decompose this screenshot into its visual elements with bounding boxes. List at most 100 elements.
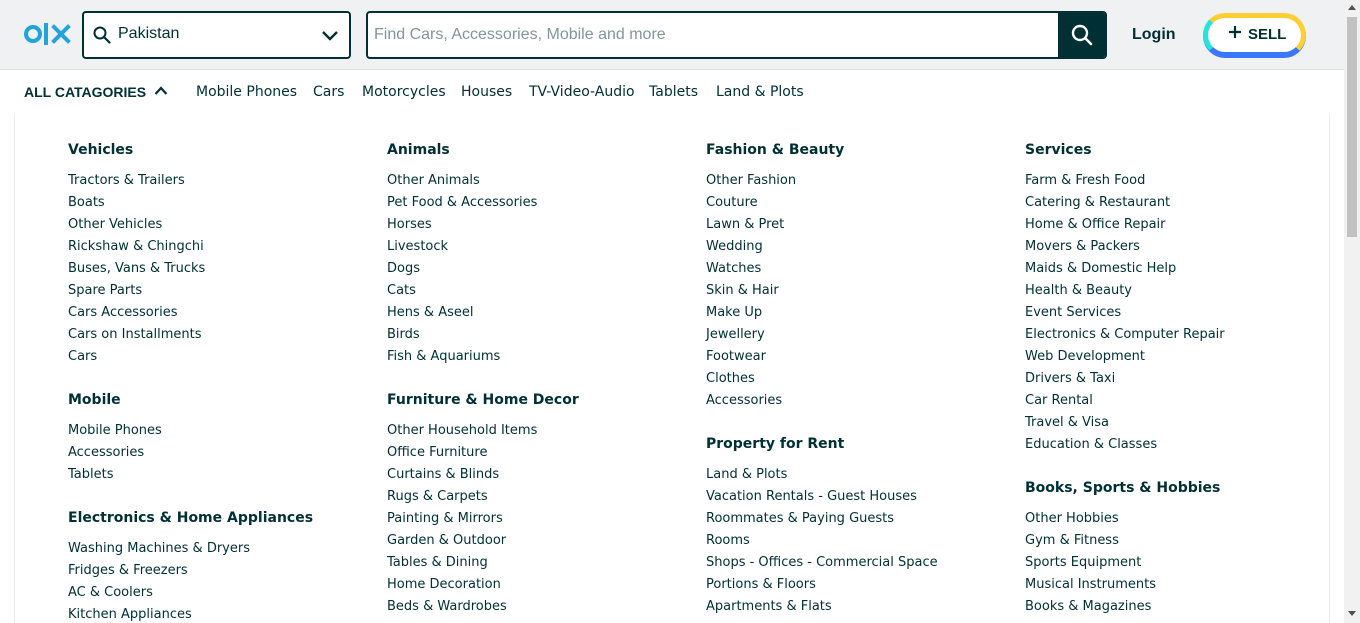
category-link[interactable]: Jewellery <box>706 324 938 346</box>
category-link[interactable]: Cars on Installments <box>68 324 313 346</box>
search-input[interactable] <box>368 13 1058 57</box>
category-link[interactable]: Couture <box>706 192 938 214</box>
category-link[interactable]: Apartments & Flats <box>706 596 938 618</box>
group-title[interactable]: Mobile <box>68 390 313 410</box>
category-link[interactable]: Rickshaw & Chingchi <box>68 236 313 258</box>
category-link[interactable]: Washing Machines & Dryers <box>68 538 313 560</box>
category-link[interactable]: Footwear <box>706 346 938 368</box>
category-link[interactable]: Kitchen Appliances <box>68 604 313 623</box>
category-link[interactable]: Rugs & Carpets <box>387 486 579 508</box>
group-title[interactable]: Books, Sports & Hobbies <box>1025 478 1225 498</box>
quick-link-motorcycles[interactable]: Motorcycles <box>362 84 446 100</box>
category-link[interactable]: Garden & Outdoor <box>387 530 579 552</box>
category-link[interactable]: AC & Coolers <box>68 582 313 604</box>
all-categories-toggle[interactable]: ALL CATAGORIES <box>24 84 146 100</box>
category-link[interactable]: Health & Beauty <box>1025 280 1225 302</box>
login-link[interactable]: Login <box>1132 26 1176 44</box>
category-link[interactable]: Rooms <box>706 530 938 552</box>
category-link[interactable]: Event Services <box>1025 302 1225 324</box>
category-link[interactable]: Catering & Restaurant <box>1025 192 1225 214</box>
category-link[interactable]: Tractors & Trailers <box>68 170 313 192</box>
quick-link-mobile-phones[interactable]: Mobile Phones <box>196 84 297 100</box>
category-link[interactable]: Electronics & Computer Repair <box>1025 324 1225 346</box>
group-title[interactable]: Services <box>1025 140 1225 160</box>
scrollbar-thumb[interactable] <box>1347 17 1357 237</box>
category-link[interactable]: Accessories <box>68 442 313 464</box>
quick-link-tablets[interactable]: Tablets <box>649 84 698 100</box>
category-link[interactable]: Beds & Wardrobes <box>387 596 579 618</box>
scroll-up-arrow-icon[interactable] <box>1348 4 1356 10</box>
category-link[interactable]: Mobile Phones <box>68 420 313 442</box>
category-link[interactable]: Fish & Aquariums <box>387 346 579 368</box>
category-link[interactable]: Car Rental <box>1025 390 1225 412</box>
category-link[interactable]: Maids & Domestic Help <box>1025 258 1225 280</box>
category-link[interactable]: Other Animals <box>387 170 579 192</box>
category-link[interactable]: Education & Classes <box>1025 434 1225 456</box>
group-title[interactable]: Property for Rent <box>706 434 938 454</box>
group-title[interactable]: Fashion & Beauty <box>706 140 938 160</box>
category-link[interactable]: Farm & Fresh Food <box>1025 170 1225 192</box>
category-link[interactable]: Land & Plots <box>706 464 938 486</box>
category-link[interactable]: Office Furniture <box>387 442 579 464</box>
category-link[interactable]: Other Vehicles <box>68 214 313 236</box>
category-link[interactable]: Cats <box>387 280 579 302</box>
page-scrollbar[interactable] <box>1344 0 1360 623</box>
category-link[interactable]: Fridges & Freezers <box>68 560 313 582</box>
sell-button[interactable]: SELL <box>1203 13 1306 57</box>
category-link[interactable]: Other Hobbies <box>1025 508 1225 530</box>
category-link[interactable]: Pet Food & Accessories <box>387 192 579 214</box>
category-link[interactable]: Other Fashion <box>706 170 938 192</box>
category-link[interactable]: Home & Office Repair <box>1025 214 1225 236</box>
quick-link-houses[interactable]: Houses <box>461 84 512 100</box>
group-title[interactable]: Furniture & Home Decor <box>387 390 579 410</box>
category-link[interactable]: Roommates & Paying Guests <box>706 508 938 530</box>
category-link[interactable]: Dogs <box>387 258 579 280</box>
search-button[interactable] <box>1058 13 1105 57</box>
category-link[interactable]: Skin & Hair <box>706 280 938 302</box>
category-link[interactable]: Curtains & Blinds <box>387 464 579 486</box>
category-link[interactable]: Livestock <box>387 236 579 258</box>
scroll-down-arrow-icon[interactable] <box>1348 611 1356 617</box>
group-title[interactable]: Animals <box>387 140 579 160</box>
category-link[interactable]: Clothes <box>706 368 938 390</box>
quick-link-land-plots[interactable]: Land & Plots <box>716 84 804 100</box>
category-link[interactable]: Tablets <box>68 464 313 486</box>
category-link[interactable]: Cars Accessories <box>68 302 313 324</box>
category-link[interactable]: Hens & Aseel <box>387 302 579 324</box>
category-link[interactable]: Portions & Floors <box>706 574 938 596</box>
category-link[interactable]: Musical Instruments <box>1025 574 1225 596</box>
chevron-down-icon[interactable] <box>321 28 339 42</box>
olx-logo[interactable] <box>24 20 72 48</box>
category-link[interactable]: Travel & Visa <box>1025 412 1225 434</box>
location-select[interactable]: Pakistan <box>82 11 351 59</box>
category-link[interactable]: Boats <box>68 192 313 214</box>
chevron-up-icon[interactable] <box>154 85 168 97</box>
group-title[interactable]: Electronics & Home Appliances <box>68 508 313 528</box>
category-link[interactable]: Tables & Dining <box>387 552 579 574</box>
category-link[interactable]: Horses <box>387 214 579 236</box>
category-link[interactable]: Watches <box>706 258 938 280</box>
category-link[interactable]: Lawn & Pret <box>706 214 938 236</box>
category-link[interactable]: Web Development <box>1025 346 1225 368</box>
category-link[interactable]: Other Household Items <box>387 420 579 442</box>
category-link[interactable]: Cars <box>68 346 313 368</box>
category-link[interactable]: Movers & Packers <box>1025 236 1225 258</box>
quick-link-tv-video-audio[interactable]: TV-Video-Audio <box>529 84 635 100</box>
category-link[interactable]: Home Decoration <box>387 574 579 596</box>
category-link[interactable]: Make Up <box>706 302 938 324</box>
category-link[interactable]: Accessories <box>706 390 938 412</box>
category-link[interactable]: Birds <box>387 324 579 346</box>
category-link[interactable]: Sports Equipment <box>1025 552 1225 574</box>
category-link[interactable]: Painting & Mirrors <box>387 508 579 530</box>
quick-link-cars[interactable]: Cars <box>313 84 344 100</box>
category-link[interactable]: Spare Parts <box>68 280 313 302</box>
category-group-fashion: Fashion & Beauty Other Fashion Couture L… <box>706 140 938 412</box>
category-link[interactable]: Buses, Vans & Trucks <box>68 258 313 280</box>
category-link[interactable]: Wedding <box>706 236 938 258</box>
category-link[interactable]: Vacation Rentals - Guest Houses <box>706 486 938 508</box>
group-title[interactable]: Vehicles <box>68 140 313 160</box>
category-link[interactable]: Shops - Offices - Commercial Space <box>706 552 938 574</box>
category-link[interactable]: Gym & Fitness <box>1025 530 1225 552</box>
category-link[interactable]: Books & Magazines <box>1025 596 1225 618</box>
category-link[interactable]: Drivers & Taxi <box>1025 368 1225 390</box>
